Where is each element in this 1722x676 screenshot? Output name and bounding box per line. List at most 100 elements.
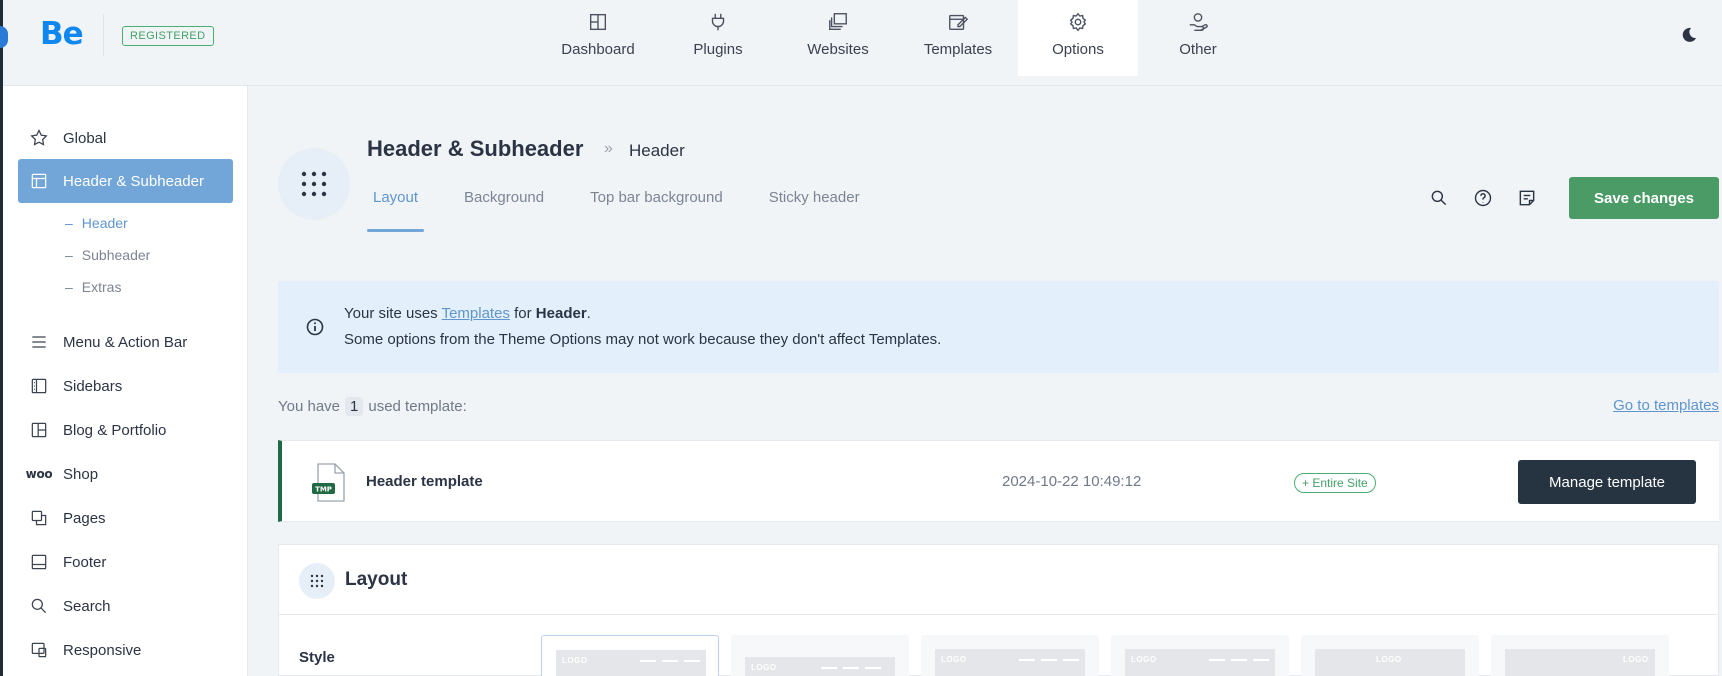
registered-badge: REGISTERED: [122, 26, 214, 46]
logo[interactable]: Be: [40, 16, 84, 52]
topnav-options[interactable]: Options: [1018, 0, 1138, 76]
thumb-header-bar: LOGO: [1125, 649, 1275, 676]
page-title: Header & Subheader: [367, 136, 584, 161]
sidebar-item-label: Search: [63, 597, 111, 615]
template-scope-badge: + Entire Site: [1294, 473, 1376, 493]
sidebar-item-label: Shop: [63, 465, 99, 483]
template-file-icon: TMP: [312, 463, 345, 502]
sidebar-item-shop[interactable]: woo Shop: [18, 452, 233, 496]
sidebar-item-pages[interactable]: Pages: [18, 496, 233, 540]
style-option[interactable]: LOGO: [1491, 635, 1669, 676]
style-option[interactable]: LOGO: [921, 635, 1099, 676]
style-option[interactable]: LOGO: [1301, 635, 1479, 676]
thumb-logo: LOGO: [1376, 655, 1402, 664]
sidebar-subitem-subheader[interactable]: – Subheader: [65, 247, 150, 263]
save-button[interactable]: Save changes: [1569, 177, 1719, 219]
sidebar-item-sidebars[interactable]: Sidebars: [18, 364, 233, 408]
thumb-header-bar: LOGO: [935, 649, 1085, 676]
templates-notice: Your site uses Templates for Header. Som…: [278, 281, 1719, 373]
tab-sticky-header[interactable]: Sticky header: [763, 180, 866, 232]
sidebar-item-label: Pages: [63, 509, 106, 527]
sidebar-item-footer[interactable]: Footer: [18, 540, 233, 584]
logo-divider: [103, 14, 104, 56]
thumb-menu: [1209, 659, 1225, 661]
tab-layout[interactable]: Layout: [367, 180, 425, 232]
topnav-websites[interactable]: Websites: [778, 0, 898, 76]
layout-card-header: Layout: [279, 545, 1718, 615]
thumb-menu: [821, 667, 837, 669]
pages-icon: [29, 508, 49, 528]
sidebar-item-menu-action-bar[interactable]: Menu & Action Bar: [18, 320, 233, 364]
go-to-templates-link[interactable]: Go to templates: [1613, 397, 1719, 414]
sidebar-item-blog-portfolio[interactable]: Blog & Portfolio: [18, 408, 233, 452]
thumb-menu: [640, 660, 656, 662]
style-option[interactable]: LOGO: [1111, 635, 1289, 676]
section-grid-icon: [278, 148, 350, 220]
style-option[interactable]: LOGO: [731, 635, 909, 676]
top-nav: Dashboard Plugins Websites Templates Opt…: [538, 0, 1258, 76]
thumb-menu: [662, 660, 678, 662]
layout-card: Layout Style LOGO LOGO LOGO LOGO LOGO LO…: [278, 544, 1719, 676]
breadcrumb-separator: »: [604, 140, 613, 157]
sidebar-item-label: Global: [63, 129, 107, 147]
thumb-menu: [1063, 659, 1079, 661]
sidebar-icon: [29, 376, 49, 396]
top-bar: Be REGISTERED Dashboard Plugins Websites…: [0, 0, 1722, 86]
blog-icon: [29, 420, 49, 440]
topnav-other[interactable]: Other: [1138, 0, 1258, 76]
count-suffix: used template:: [368, 398, 467, 415]
help-button[interactable]: [1471, 186, 1495, 210]
templates-link[interactable]: Templates: [442, 305, 510, 322]
thumb-header-bar: LOGO: [1505, 649, 1655, 676]
sidebar-item-search[interactable]: Search: [18, 584, 233, 628]
topnav-label: Dashboard: [561, 41, 635, 58]
thumb-logo: LOGO: [1623, 655, 1649, 664]
thumb-menu: [1019, 659, 1035, 661]
sidebar-subitem-header[interactable]: – Header: [65, 215, 128, 231]
search-icon: [29, 596, 49, 616]
thumb-logo: LOGO: [562, 656, 588, 665]
sidebar-item-label: Menu & Action Bar: [63, 333, 188, 351]
sidebar-item-label: Responsive: [63, 641, 142, 659]
notice-suffix: .: [586, 305, 591, 322]
menu-icon: [29, 332, 49, 352]
layout-card-title: Layout: [345, 569, 408, 590]
topnav-templates[interactable]: Templates: [898, 0, 1018, 76]
topnav-label: Templates: [923, 41, 993, 58]
template-row: TMP Header template 2024-10-22 10:49:12 …: [278, 440, 1719, 522]
sidebar-item-global[interactable]: Global: [18, 116, 233, 160]
search-button[interactable]: [1427, 186, 1451, 210]
template-date: 2024-10-22 10:49:12: [1002, 473, 1142, 490]
star-icon: [29, 128, 49, 148]
info-icon: [306, 318, 324, 336]
sidebar-item-responsive[interactable]: Responsive: [18, 628, 233, 672]
subitem-marker: –: [65, 279, 73, 295]
notice-middle: for: [509, 305, 536, 322]
dashboard-icon: [589, 13, 607, 31]
used-template-count: You have 1 used template:: [278, 397, 467, 416]
topnav-dashboard[interactable]: Dashboard: [538, 0, 658, 76]
topnav-label: Options: [1052, 41, 1104, 58]
notes-button[interactable]: [1515, 186, 1539, 210]
responsive-icon: [29, 640, 49, 660]
tab-top-bar-background[interactable]: Top bar background: [584, 180, 729, 232]
moon-icon[interactable]: [1681, 27, 1697, 43]
woo-icon: woo: [26, 464, 53, 484]
manage-template-button[interactable]: Manage template: [1518, 460, 1696, 504]
sidebar-item-header-subheader[interactable]: Header & Subheader: [18, 159, 233, 203]
topnav-plugins[interactable]: Plugins: [658, 0, 778, 76]
file-badge-text: TMP: [315, 486, 332, 494]
footer-icon: [29, 552, 49, 572]
sidebar-subitem-extras[interactable]: – Extras: [65, 279, 121, 295]
topnav-label: Websites: [807, 41, 869, 58]
style-option[interactable]: LOGO: [541, 635, 719, 676]
tab-background[interactable]: Background: [458, 180, 550, 232]
notice-line-1: Your site uses Templates for Header.: [344, 305, 591, 322]
style-label: Style: [299, 649, 335, 666]
template-name: Header template: [366, 473, 483, 490]
grid-icon: [299, 563, 335, 599]
notice-prefix: Your site uses: [344, 305, 442, 322]
thumb-menu: [1253, 659, 1269, 661]
sidebar-item-label: Header & Subheader: [63, 172, 204, 190]
subitem-label: Subheader: [81, 247, 151, 263]
